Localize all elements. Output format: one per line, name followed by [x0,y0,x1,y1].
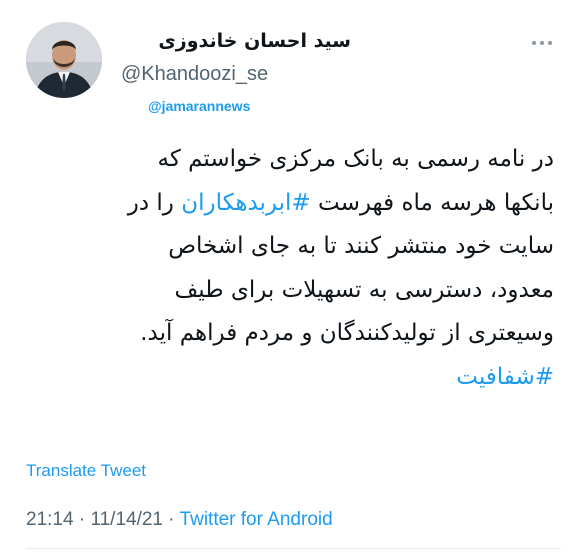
meta-separator: · [73,509,91,530]
tweet-line: معدود، دسترسی به تسهیلات برای طیف [174,276,554,303]
more-dot [548,41,552,45]
tweet-line: وسیعتری از تولیدکنندگان و مردم فراهم آید… [140,320,554,346]
more-horizontal-icon[interactable] [532,38,558,48]
divider [26,548,561,549]
tweet-client-link[interactable]: Twitter for Android [180,509,333,530]
source-watermark: @jamarannews [148,98,251,114]
display-name[interactable]: سید احسان خاندوزی [158,30,351,52]
tweet-text: در نامه رسمی به بانک مرکزی خواستم که بان… [24,138,554,399]
user-handle[interactable]: @Khandoozi_se [121,63,268,86]
tweet-line: #شفافیت [24,356,554,400]
tweet-date[interactable]: 11/14/21 [90,509,163,530]
tweet-text-segment: بانکها هرسه ماه فهرست [310,189,554,216]
hashtag-link[interactable]: #ابربدهکاران [181,190,310,216]
more-dot [532,41,536,45]
tweet-line: در نامه رسمی به بانک مرکزی خواستم که [157,146,554,172]
tweet-card: سید احسان خاندوزی @Khandoozi_se @jamaran… [0,0,587,557]
hashtag-link[interactable]: #شفافیت [456,364,554,390]
meta-separator: · [163,509,180,530]
tweet-text-segment: را در [127,189,182,216]
tweet-line: سایت خود منتشر کنند تا به جای اشخاص [168,233,554,259]
avatar[interactable] [26,22,102,98]
profile-photo-icon [26,22,102,98]
translate-tweet-link[interactable]: Translate Tweet [26,461,146,481]
tweet-meta: 21:14 · 11/14/21 · Twitter for Android [26,509,333,531]
tweet-line: بانکها هرسه ماه فهرست #ابربدهکاران را در [24,182,554,226]
tweet-time[interactable]: 21:14 [26,509,74,530]
more-dot [540,41,544,45]
